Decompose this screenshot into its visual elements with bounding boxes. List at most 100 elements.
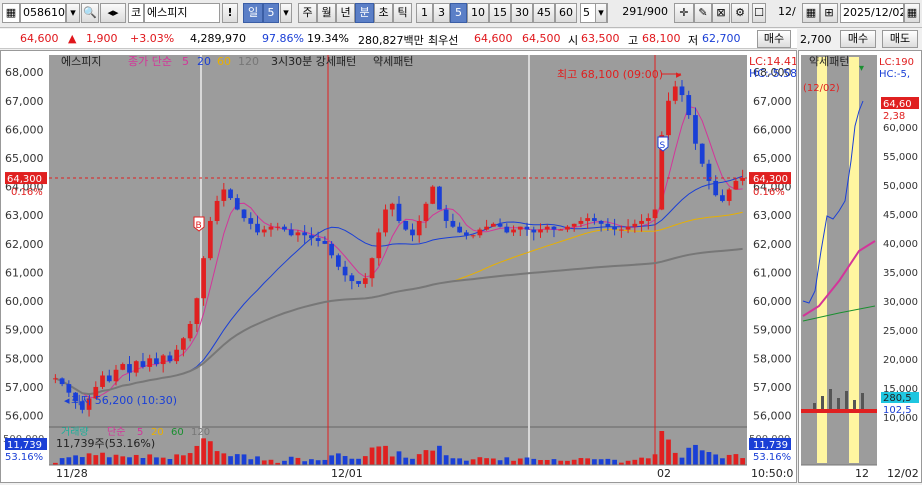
crosshair-icon[interactable]: ✛ — [674, 3, 694, 23]
volume-bar — [86, 453, 92, 465]
bid-price-1: 64,600 — [474, 32, 513, 45]
y-tick-label: 57,000 — [753, 381, 792, 394]
side-sell-button[interactable]: 매도 — [882, 30, 918, 48]
side-y-tick-label: 60,000 — [883, 123, 918, 134]
volume-bar — [652, 454, 658, 465]
gear-icon[interactable]: ⚙ — [731, 3, 749, 23]
period-day-button[interactable]: 일 — [243, 3, 263, 23]
down-arrow-icon: ▾ — [859, 63, 864, 74]
side-volume-band — [801, 409, 877, 413]
period-week-button[interactable]: 주 — [298, 3, 317, 23]
volume-bar — [443, 455, 449, 465]
period-count-button[interactable]: 5 — [263, 3, 279, 23]
buy-button[interactable]: 매수 — [757, 30, 791, 48]
svg-text:120: 120 — [191, 427, 210, 438]
minute-60-button[interactable]: 60 — [555, 3, 577, 23]
main-chart-pane[interactable]: 68,000 67,000 66,000 65,000 64,000 63,000 62,0… — [0, 50, 798, 483]
candle-body — [639, 220, 644, 224]
candle-body — [464, 232, 469, 236]
minute-45-button[interactable]: 45 — [533, 3, 555, 23]
minute-15-button[interactable]: 15 — [489, 3, 511, 23]
stock-code-input[interactable]: 058610 — [20, 3, 66, 23]
candle-body — [666, 100, 671, 136]
interval-dropdown-icon[interactable]: ▾ — [595, 3, 607, 23]
minute-1-button[interactable]: 1 — [416, 3, 433, 23]
volume-bar — [288, 456, 294, 465]
side-vol-tag-1: 280,5 — [883, 393, 912, 404]
volume-bar — [221, 453, 227, 465]
volume-bar — [59, 458, 65, 465]
side-lock-icon[interactable]: ▦ — [802, 3, 820, 23]
period-month-button[interactable]: 월 — [317, 3, 336, 23]
chart-tool-icon[interactable]: ⊠ — [712, 3, 730, 23]
date-input[interactable]: 2025/12/02 — [840, 3, 904, 23]
side-y-tick-label: 45,000 — [883, 210, 918, 221]
minute-5-button[interactable]: 5 — [450, 3, 467, 23]
period-dropdown-icon[interactable]: ▾ — [280, 3, 292, 23]
volume-bar — [282, 460, 287, 465]
period-year-button[interactable]: 년 — [336, 3, 355, 23]
current-price-tag-left: 64,300 — [7, 174, 42, 185]
minute-3-button[interactable]: 3 — [433, 3, 450, 23]
period-minute-button[interactable]: 분 — [355, 3, 374, 23]
change-percent: +3.03% — [130, 32, 175, 45]
side-buy-button[interactable]: 매수 — [840, 30, 876, 48]
volume-bar — [538, 459, 543, 465]
candle-body — [396, 203, 402, 221]
candle-body — [255, 223, 260, 233]
side-volume-bar — [829, 389, 832, 409]
candle-body — [234, 198, 240, 210]
search-icon[interactable]: 🔍 — [81, 3, 99, 23]
volume-bar — [679, 457, 685, 465]
low-price: 62,700 — [702, 32, 741, 45]
side-price-tag: 64,60 — [883, 99, 912, 110]
y-tick-label: 66,000 — [753, 123, 792, 136]
code-dropdown-icon[interactable]: ▾ — [66, 3, 80, 23]
minute-10-button[interactable]: 10 — [467, 3, 489, 23]
candle-body — [585, 218, 591, 221]
draw-tool-icon[interactable]: ✎ — [694, 3, 712, 23]
stock-name-field[interactable]: 에스피지 — [144, 3, 220, 23]
main-chart-svg[interactable]: 68,00067,00066,00065,00064,00063,00062,0… — [1, 51, 798, 482]
candle-body — [686, 95, 692, 116]
ratio-value-2: 19.34% — [307, 32, 349, 45]
period-second-button[interactable]: 초 — [374, 3, 393, 23]
candle-body — [295, 232, 301, 236]
lock-icon[interactable]: ▦ — [2, 3, 20, 23]
calendar-icon[interactable]: ▦ — [904, 3, 920, 23]
side-volume-bar — [853, 400, 856, 409]
ma5-legend: 5 — [182, 55, 189, 68]
candle-body — [524, 226, 530, 230]
volume-pct-right: 53.16% — [753, 452, 791, 463]
volume-bar — [693, 444, 698, 465]
high-label: 고 — [628, 34, 639, 47]
x-label-02: 02 — [657, 467, 671, 480]
alert-button[interactable]: ! — [222, 3, 238, 23]
chart-legend-price: 종가 단순 — [128, 55, 172, 68]
volume-bar — [309, 459, 314, 465]
prev-next-icon[interactable]: ◂▸ — [100, 3, 126, 23]
volume-bar — [181, 455, 186, 465]
volume-summary: 11,739주(53.16%) — [56, 437, 155, 450]
side-chart-svg[interactable]: 약세패턴 LC:190 HC:-5, (12/02) ▾ 64,60 2,38 … — [799, 51, 921, 482]
minute-30-button[interactable]: 30 — [511, 3, 533, 23]
candle-body — [672, 86, 678, 101]
volume-bar — [497, 460, 503, 465]
period-tick-button[interactable]: 틱 — [393, 3, 412, 23]
volume-bar — [383, 445, 388, 465]
side-chart-pane[interactable]: 약세패턴 LC:190 HC:-5, (12/02) ▾ 64,60 2,38 … — [798, 50, 922, 483]
volume-bar — [403, 457, 409, 465]
volume-bar — [437, 445, 442, 465]
y-tick-label: 62,000 — [753, 238, 792, 251]
volume-bar — [464, 460, 469, 465]
hc-label: HC:-5.58 — [749, 67, 796, 80]
volume-bar — [544, 459, 550, 465]
candle-body — [167, 355, 173, 362]
candle-body — [147, 358, 153, 367]
volume-bar — [713, 454, 719, 465]
volume-bar — [362, 456, 368, 465]
checkbox-icon[interactable]: ☐ — [752, 3, 766, 23]
candle-body — [356, 281, 361, 284]
side-search-icon[interactable]: ⊞ — [820, 3, 838, 23]
open-label: 시 — [568, 34, 579, 47]
